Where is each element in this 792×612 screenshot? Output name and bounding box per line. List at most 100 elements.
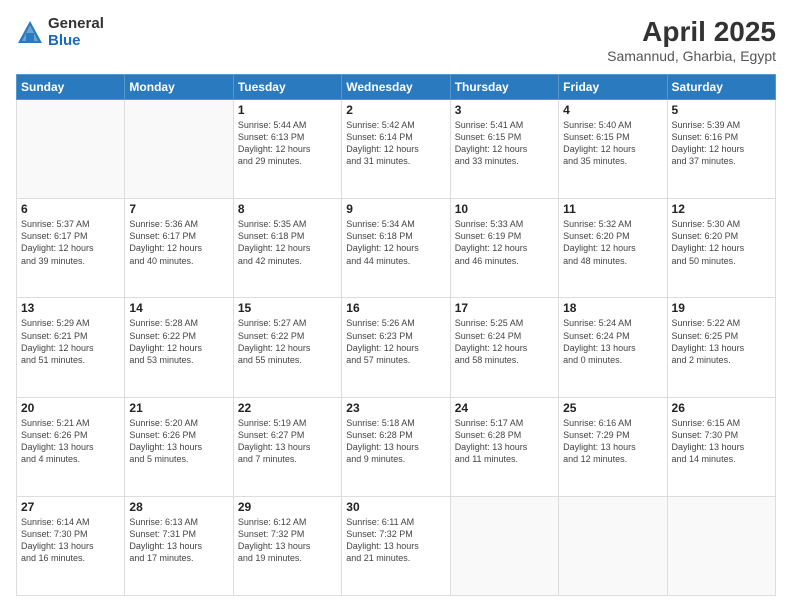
logo-icon (16, 19, 44, 47)
day-info: Sunrise: 5:18 AM Sunset: 6:28 PM Dayligh… (346, 417, 445, 466)
day-number: 7 (129, 202, 228, 216)
day-number: 28 (129, 500, 228, 514)
day-info: Sunrise: 5:25 AM Sunset: 6:24 PM Dayligh… (455, 317, 554, 366)
day-number: 18 (563, 301, 662, 315)
col-monday: Monday (125, 75, 233, 100)
day-info: Sunrise: 5:20 AM Sunset: 6:26 PM Dayligh… (129, 417, 228, 466)
table-row: 23 Sunrise: 5:18 AM Sunset: 6:28 PM Dayli… (342, 397, 450, 496)
day-number: 24 (455, 401, 554, 415)
day-number: 15 (238, 301, 337, 315)
day-number: 20 (21, 401, 120, 415)
col-wednesday: Wednesday (342, 75, 450, 100)
header: General Blue April 2025 Samannud, Gharbi… (16, 16, 776, 64)
col-sunday: Sunday (17, 75, 125, 100)
table-row: 30 Sunrise: 6:11 AM Sunset: 7:32 PM Dayli… (342, 496, 450, 595)
table-row (450, 496, 558, 595)
day-number: 16 (346, 301, 445, 315)
logo-blue-text: Blue (48, 33, 104, 50)
day-number: 4 (563, 103, 662, 117)
day-info: Sunrise: 5:36 AM Sunset: 6:17 PM Dayligh… (129, 218, 228, 267)
logo-text: General Blue (48, 16, 104, 49)
calendar-week-row: 20 Sunrise: 5:21 AM Sunset: 6:26 PM Dayli… (17, 397, 776, 496)
day-info: Sunrise: 5:19 AM Sunset: 6:27 PM Dayligh… (238, 417, 337, 466)
day-info: Sunrise: 5:29 AM Sunset: 6:21 PM Dayligh… (21, 317, 120, 366)
table-row: 22 Sunrise: 5:19 AM Sunset: 6:27 PM Dayli… (233, 397, 341, 496)
day-number: 25 (563, 401, 662, 415)
table-row: 27Sunrise: 6:14 AM Sunset: 7:30 PM Dayli… (17, 496, 125, 595)
table-row: 6Sunrise: 5:37 AM Sunset: 6:17 PM Daylig… (17, 199, 125, 298)
calendar-week-row: 13Sunrise: 5:29 AM Sunset: 6:21 PM Dayli… (17, 298, 776, 397)
table-row: 7 Sunrise: 5:36 AM Sunset: 6:17 PM Daylig… (125, 199, 233, 298)
day-info: Sunrise: 5:32 AM Sunset: 6:20 PM Dayligh… (563, 218, 662, 267)
table-row: 4 Sunrise: 5:40 AM Sunset: 6:15 PM Daylig… (559, 100, 667, 199)
title-block: April 2025 Samannud, Gharbia, Egypt (607, 16, 776, 64)
table-row: 18Sunrise: 5:24 AM Sunset: 6:24 PM Dayli… (559, 298, 667, 397)
day-number: 11 (563, 202, 662, 216)
day-info: Sunrise: 5:41 AM Sunset: 6:15 PM Dayligh… (455, 119, 554, 168)
calendar-week-row: 27Sunrise: 6:14 AM Sunset: 7:30 PM Dayli… (17, 496, 776, 595)
table-row (559, 496, 667, 595)
calendar-subtitle: Samannud, Gharbia, Egypt (607, 48, 776, 64)
day-number: 8 (238, 202, 337, 216)
table-row (667, 496, 775, 595)
table-row: 5 Sunrise: 5:39 AM Sunset: 6:16 PM Daylig… (667, 100, 775, 199)
day-number: 26 (672, 401, 771, 415)
col-tuesday: Tuesday (233, 75, 341, 100)
table-row (17, 100, 125, 199)
table-row: 10Sunrise: 5:33 AM Sunset: 6:19 PM Dayli… (450, 199, 558, 298)
day-number: 5 (672, 103, 771, 117)
table-row: 2Sunrise: 5:42 AM Sunset: 6:14 PM Daylig… (342, 100, 450, 199)
day-info: Sunrise: 6:12 AM Sunset: 7:32 PM Dayligh… (238, 516, 337, 565)
day-info: Sunrise: 5:40 AM Sunset: 6:15 PM Dayligh… (563, 119, 662, 168)
day-info: Sunrise: 5:28 AM Sunset: 6:22 PM Dayligh… (129, 317, 228, 366)
day-info: Sunrise: 6:15 AM Sunset: 7:30 PM Dayligh… (672, 417, 771, 466)
day-number: 14 (129, 301, 228, 315)
day-info: Sunrise: 5:21 AM Sunset: 6:26 PM Dayligh… (21, 417, 120, 466)
calendar-week-row: 6Sunrise: 5:37 AM Sunset: 6:17 PM Daylig… (17, 199, 776, 298)
table-row: 9 Sunrise: 5:34 AM Sunset: 6:18 PM Daylig… (342, 199, 450, 298)
day-number: 12 (672, 202, 771, 216)
day-number: 17 (455, 301, 554, 315)
page: General Blue April 2025 Samannud, Gharbi… (0, 0, 792, 612)
col-saturday: Saturday (667, 75, 775, 100)
table-row: 28 Sunrise: 6:13 AM Sunset: 7:31 PM Dayli… (125, 496, 233, 595)
day-info: Sunrise: 5:27 AM Sunset: 6:22 PM Dayligh… (238, 317, 337, 366)
day-info: Sunrise: 5:17 AM Sunset: 6:28 PM Dayligh… (455, 417, 554, 466)
calendar-week-row: 1 Sunrise: 5:44 AM Sunset: 6:13 PM Daylig… (17, 100, 776, 199)
table-row: 12 Sunrise: 5:30 AM Sunset: 6:20 PM Dayli… (667, 199, 775, 298)
day-info: Sunrise: 6:11 AM Sunset: 7:32 PM Dayligh… (346, 516, 445, 565)
table-row: 19Sunrise: 5:22 AM Sunset: 6:25 PM Dayli… (667, 298, 775, 397)
day-info: Sunrise: 5:26 AM Sunset: 6:23 PM Dayligh… (346, 317, 445, 366)
day-info: Sunrise: 6:13 AM Sunset: 7:31 PM Dayligh… (129, 516, 228, 565)
day-info: Sunrise: 5:39 AM Sunset: 6:16 PM Dayligh… (672, 119, 771, 168)
calendar-table: Sunday Monday Tuesday Wednesday Thursday… (16, 74, 776, 596)
table-row: 15 Sunrise: 5:27 AM Sunset: 6:22 PM Dayli… (233, 298, 341, 397)
day-number: 22 (238, 401, 337, 415)
table-row: 21 Sunrise: 5:20 AM Sunset: 6:26 PM Dayli… (125, 397, 233, 496)
day-info: Sunrise: 5:22 AM Sunset: 6:25 PM Dayligh… (672, 317, 771, 366)
calendar-title: April 2025 (607, 16, 776, 48)
table-row: 16 Sunrise: 5:26 AM Sunset: 6:23 PM Dayli… (342, 298, 450, 397)
table-row: 3Sunrise: 5:41 AM Sunset: 6:15 PM Daylig… (450, 100, 558, 199)
day-number: 10 (455, 202, 554, 216)
table-row: 24 Sunrise: 5:17 AM Sunset: 6:28 PM Dayli… (450, 397, 558, 496)
day-info: Sunrise: 5:44 AM Sunset: 6:13 PM Dayligh… (238, 119, 337, 168)
day-number: 30 (346, 500, 445, 514)
day-info: Sunrise: 5:30 AM Sunset: 6:20 PM Dayligh… (672, 218, 771, 267)
day-info: Sunrise: 5:42 AM Sunset: 6:14 PM Dayligh… (346, 119, 445, 168)
table-row: 17 Sunrise: 5:25 AM Sunset: 6:24 PM Dayli… (450, 298, 558, 397)
table-row: 8Sunrise: 5:35 AM Sunset: 6:18 PM Daylig… (233, 199, 341, 298)
day-number: 21 (129, 401, 228, 415)
day-info: Sunrise: 5:34 AM Sunset: 6:18 PM Dayligh… (346, 218, 445, 267)
day-number: 1 (238, 103, 337, 117)
calendar-header-row: Sunday Monday Tuesday Wednesday Thursday… (17, 75, 776, 100)
logo: General Blue (16, 16, 104, 49)
day-number: 9 (346, 202, 445, 216)
table-row: 25 Sunrise: 6:16 AM Sunset: 7:29 PM Dayli… (559, 397, 667, 496)
table-row: 14 Sunrise: 5:28 AM Sunset: 6:22 PM Dayli… (125, 298, 233, 397)
day-number: 29 (238, 500, 337, 514)
day-info: Sunrise: 6:16 AM Sunset: 7:29 PM Dayligh… (563, 417, 662, 466)
day-info: Sunrise: 5:37 AM Sunset: 6:17 PM Dayligh… (21, 218, 120, 267)
day-number: 23 (346, 401, 445, 415)
logo-general-text: General (48, 16, 104, 33)
